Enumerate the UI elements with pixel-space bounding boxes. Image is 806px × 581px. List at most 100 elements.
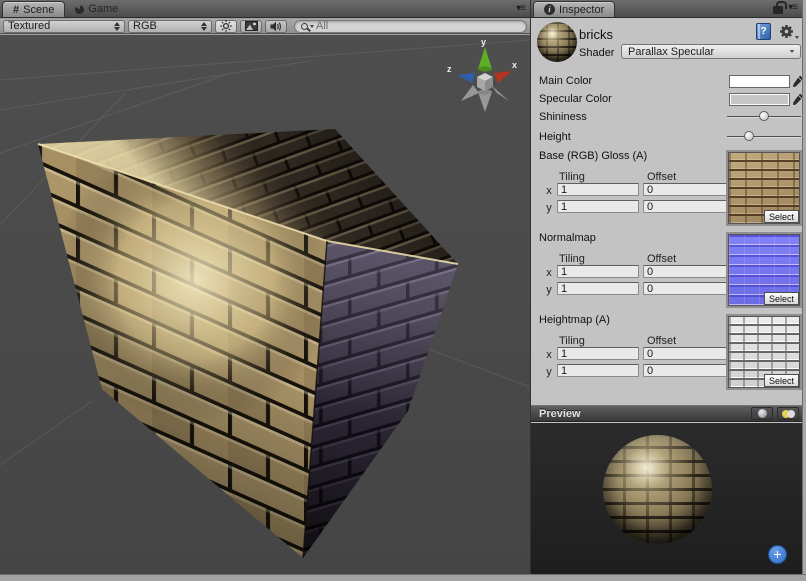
scene-tabbar: # Scene Game ▾≡ [0,0,530,18]
search-input[interactable] [316,20,520,32]
select-texture-button[interactable]: Select [764,210,799,223]
tab-inspector-label: Inspector [559,4,604,16]
shininess-label: Shininess [539,111,587,123]
map-label: Normalmap [539,232,596,244]
offset-y-input[interactable] [643,200,727,213]
scene-search-field[interactable] [294,20,527,33]
audio-toggle-button[interactable] [265,20,287,33]
updown-arrows-icon [201,22,207,31]
grid-icon: # [13,4,19,16]
scene-cube[interactable] [38,129,458,558]
chevron-down-icon [790,50,794,53]
normal-map-texture-thumbnail[interactable]: Select [728,234,800,306]
tab-scene[interactable]: # Scene [2,1,65,17]
preview-material-sphere[interactable] [603,435,712,544]
inspector-panel: i Inspector ▾≡ bricks Shader Parallax Sp… [530,0,802,574]
gizmo-z-label: z [447,64,452,74]
game-icon [75,5,84,14]
material-preview-thumbnail [537,22,577,62]
shininess-slider[interactable] [727,110,801,122]
updown-arrows-icon [114,22,120,31]
gizmo-y-label: y [481,37,486,47]
offset-header: Offset [647,335,676,347]
scene-gizmo[interactable]: y x z [447,37,517,112]
slider-handle[interactable] [759,111,769,121]
inspector-tabbar: i Inspector ▾≡ [531,0,802,18]
window-frame-right [802,0,806,581]
row-y-label: y [544,284,554,296]
slider-handle[interactable] [744,131,754,141]
preview-body[interactable]: + [531,423,803,574]
chevron-down-icon [795,36,799,39]
row-x-label: x [544,185,554,197]
tiling-x-input[interactable] [557,265,639,278]
scene-toolbar: Textured RGB [0,19,530,34]
tiling-header: Tiling [559,253,585,265]
gizmo-z-axis-cone[interactable] [457,73,475,83]
row-y-label: y [544,366,554,378]
offset-y-input[interactable] [643,282,727,295]
gizmo-x-label: x [512,60,517,70]
audio-icon [270,21,282,32]
tiling-y-input[interactable] [557,364,639,377]
scene-viewport[interactable]: y x z [0,35,530,574]
row-y-label: y [544,202,554,214]
offset-x-input[interactable] [643,265,727,278]
material-name: bricks [579,27,613,42]
lighting-sun-icon [220,20,232,32]
tab-scene-label: Scene [23,4,54,16]
offset-x-input[interactable] [643,183,727,196]
row-x-label: x [544,267,554,279]
brick-diffuse-texture-thumbnail[interactable]: Select [728,152,800,224]
tab-inspector[interactable]: i Inspector [533,1,615,17]
heightmap-section: Heightmap (A) Tiling Offset x y Select [531,314,803,394]
tiling-y-input[interactable] [557,200,639,213]
height-slider[interactable] [727,130,801,142]
main-color-label: Main Color [539,75,592,87]
shader-label: Shader [579,47,614,59]
inspector-panel-menu-icon[interactable]: ▾≡ [788,3,797,13]
gizmo-x-axis-cone[interactable] [494,71,512,83]
info-icon: i [544,4,555,15]
normalmap-section: Normalmap Tiling Offset x y Select [531,232,803,312]
height-map-texture-thumbnail[interactable]: Select [728,316,800,388]
tiling-x-input[interactable] [557,183,639,196]
select-texture-button[interactable]: Select [764,292,799,305]
offset-x-input[interactable] [643,347,727,360]
color-mode-dropdown[interactable]: RGB [128,20,212,33]
scene-panel-menu-icon[interactable]: ▾≡ [516,4,525,14]
render-mode-value: Textured [8,20,110,32]
shader-dropdown[interactable]: Parallax Specular [621,44,801,59]
lock-icon[interactable] [773,6,783,14]
render-effects-icon [245,21,258,31]
lighting-toggle-button[interactable] [215,20,237,33]
gizmo-center-cube[interactable] [477,73,493,91]
help-icon[interactable]: ? [756,23,771,40]
preview-header[interactable]: Preview [531,405,803,422]
specular-color-swatch[interactable] [729,93,790,106]
shader-value: Parallax Specular [628,46,790,58]
tiling-x-input[interactable] [557,347,639,360]
tab-game[interactable]: Game [65,1,128,17]
render-effects-toggle-button[interactable] [240,20,262,33]
sphere-icon [758,409,767,418]
window-frame-bottom [0,574,806,581]
offset-header: Offset [647,253,676,265]
tiling-header: Tiling [559,335,585,347]
gear-menu[interactable] [779,24,799,39]
light-off-icon [787,410,795,418]
offset-header: Offset [647,171,676,183]
select-texture-button[interactable]: Select [764,374,799,387]
main-color-swatch[interactable] [729,75,790,88]
gizmo-y-axis-cone[interactable] [478,47,492,69]
height-label: Height [539,131,571,143]
add-button[interactable]: + [768,545,787,564]
base-map-section: Base (RGB) Gloss (A) Tiling Offset x y S… [531,150,803,230]
tiling-y-input[interactable] [557,282,639,295]
offset-y-input[interactable] [643,364,727,377]
render-mode-dropdown[interactable]: Textured [3,20,125,33]
preview-mesh-button[interactable] [751,407,773,420]
specular-color-label: Specular Color [539,93,612,105]
preview-lighting-button[interactable] [777,407,799,420]
gear-icon [779,24,794,39]
